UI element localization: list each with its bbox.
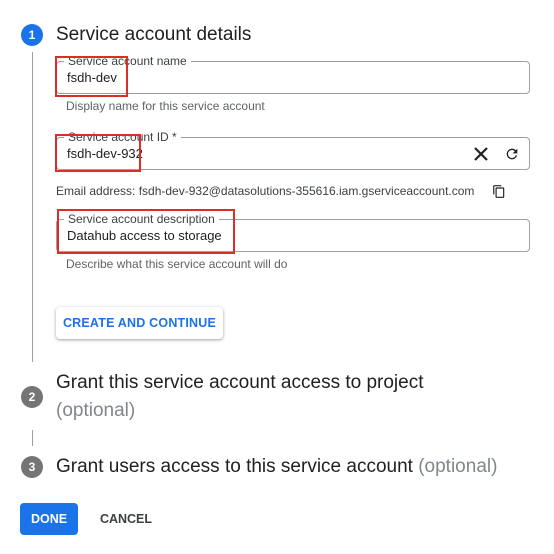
create-and-continue-button[interactable]: CREATE AND CONTINUE xyxy=(56,307,223,339)
step-1-number: 1 xyxy=(21,24,43,46)
service-account-name-hint: Display name for this service account xyxy=(66,99,265,113)
step-3-number: 3 xyxy=(21,456,43,478)
copy-icon[interactable] xyxy=(488,180,510,202)
id-highlight-box xyxy=(55,134,141,172)
step-3-optional: (optional) xyxy=(418,456,498,477)
name-highlight-box xyxy=(55,56,128,97)
cancel-button[interactable]: CANCEL xyxy=(92,503,160,535)
close-icon[interactable] xyxy=(470,143,492,165)
refresh-icon[interactable] xyxy=(501,143,523,165)
step-3-title[interactable]: Grant users access to this service accou… xyxy=(56,453,497,481)
step-2-connector xyxy=(32,430,33,446)
email-address-text: Email address: fsdh-dev-932@datasolution… xyxy=(56,184,475,198)
step-2-optional: (optional) xyxy=(56,400,136,421)
description-highlight-box xyxy=(57,209,235,254)
step-3-title-text: Grant users access to this service accou… xyxy=(56,456,413,477)
step-1-connector xyxy=(32,52,33,362)
service-account-description-hint: Describe what this service account will … xyxy=(66,257,288,271)
step-2-title-text: Grant this service account access to pro… xyxy=(56,372,424,393)
done-button[interactable]: DONE xyxy=(20,503,78,535)
step-2-title[interactable]: Grant this service account access to pro… xyxy=(56,369,496,425)
step-2-number: 2 xyxy=(21,386,43,408)
step-1-title: Service account details xyxy=(56,24,252,45)
